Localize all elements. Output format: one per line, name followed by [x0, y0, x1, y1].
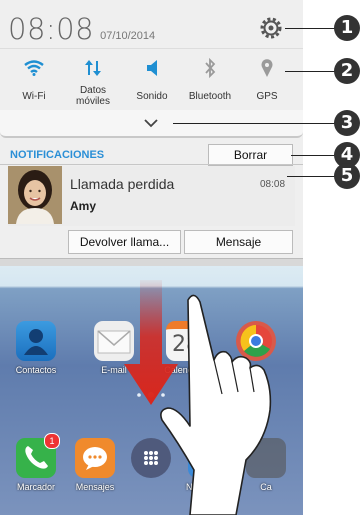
callout-line-3: [173, 123, 335, 124]
swipe-gesture-overlay: [124, 280, 272, 515]
callout-line-5: [287, 176, 335, 177]
callout-line-1: [285, 28, 335, 29]
phone-screen: 08:08 07/10/2014 Wi-Fi Datos móviles Son…: [0, 0, 303, 515]
swipe-down-arrow-icon: [124, 280, 178, 405]
callout-5: 5: [334, 163, 360, 189]
callout-1: 1: [334, 15, 360, 41]
hand-icon: [160, 294, 272, 515]
callout-annotations: 1 2 3 4 5: [173, 0, 364, 515]
callout-line-2: [285, 71, 335, 72]
callout-2: 2: [334, 58, 360, 84]
callout-3: 3: [334, 110, 360, 136]
callout-line-4: [291, 155, 335, 156]
